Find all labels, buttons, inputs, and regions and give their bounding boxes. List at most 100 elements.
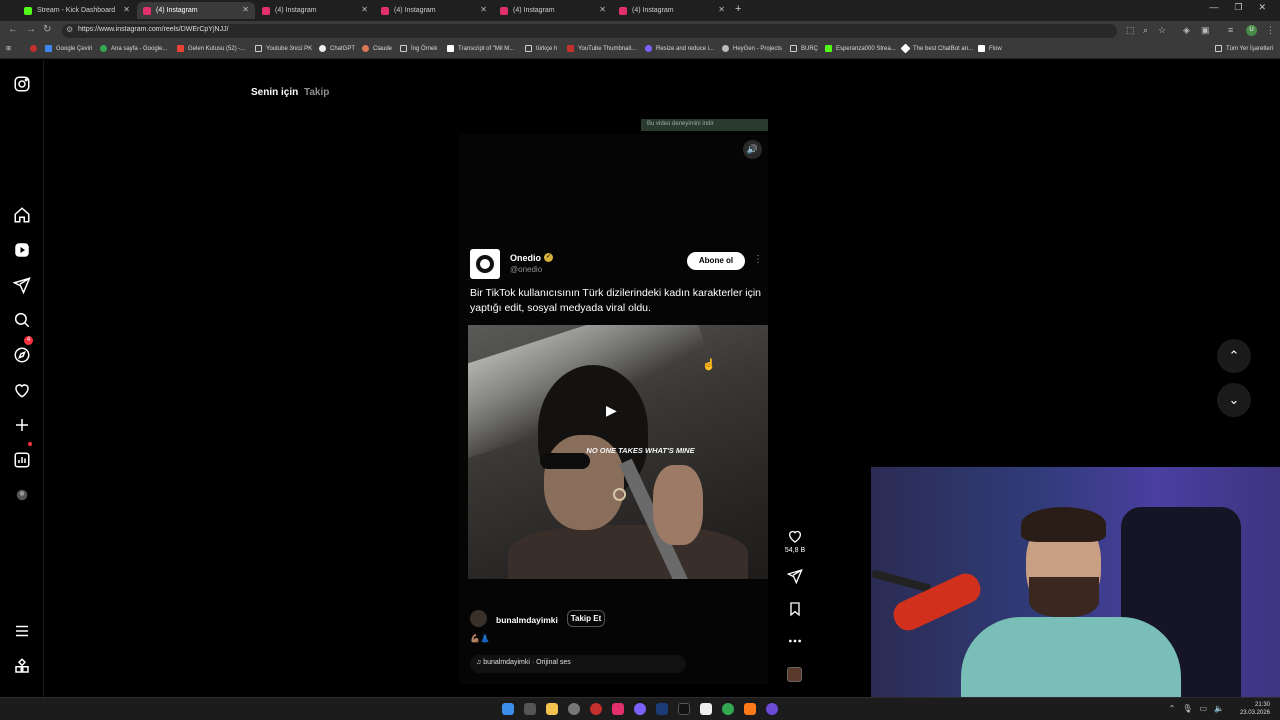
url-field[interactable]: https://www.instagram.com/reels/DWErCpYj… [62,24,1117,38]
download-video-overlay[interactable]: Bu video deneyimini indir [641,119,768,131]
save-bookmark-icon[interactable] [786,601,804,622]
speaker-icon[interactable]: 🔈 [1214,704,1224,713]
more-options-icon[interactable] [786,633,804,654]
extensions-puzzle-icon[interactable]: ▣ [1201,25,1210,36]
video-player[interactable]: ▶ NO ONE TAKES WHAT'S MINE ☝ [468,325,768,579]
close-window-icon[interactable]: ✕ [1258,2,1266,13]
bookmark-item[interactable]: Flow [978,45,1002,52]
close-tab-icon[interactable]: ✕ [123,5,130,14]
notifications-heart-icon[interactable] [13,381,31,399]
bookmark-folder[interactable]: Youtube 3ncü PK [255,45,312,52]
chrome-icon[interactable] [722,703,734,715]
home-icon[interactable] [13,206,31,224]
more-menu-icon[interactable] [13,622,31,640]
media-icon[interactable]: ≡ [1228,25,1233,35]
close-tab-icon[interactable]: ✕ [718,5,725,14]
site-info-icon[interactable]: ⚙ [66,25,73,34]
share-icon[interactable] [786,568,804,589]
previous-reel-icon[interactable]: ⌃ [1217,339,1251,373]
close-tab-icon[interactable]: ✕ [480,5,487,14]
search-icon[interactable] [13,311,31,329]
install-app-icon[interactable]: ⬚ [1126,25,1135,36]
obs-icon[interactable] [766,703,778,715]
reels-icon[interactable] [13,241,31,259]
reload-icon[interactable]: ↻ [43,24,51,35]
bookmark-item[interactable]: Ana sayfa - Google... [100,45,167,52]
tab-following[interactable]: Takip [304,87,329,98]
bookmark-folder[interactable]: BURÇ [790,45,818,52]
messages-icon[interactable] [12,276,31,295]
also-from-meta-icon[interactable] [13,657,31,675]
audio-thumbnail[interactable] [787,667,802,682]
profile-avatar-icon[interactable] [13,486,31,504]
opera-icon[interactable] [590,703,602,715]
instagram-app-icon[interactable] [612,703,624,715]
close-tab-icon[interactable]: ✕ [242,5,249,14]
close-tab-icon[interactable]: ✕ [361,5,368,14]
taskview-icon[interactable] [524,703,536,715]
volume-icon[interactable]: 🔊 [743,140,762,159]
bookmark-item[interactable]: ChatGPT [319,45,355,52]
extension-icon[interactable]: ◈ [1183,25,1190,36]
bookmark-item[interactable]: The best ChatBot an... [900,43,973,54]
next-reel-icon[interactable]: ⌄ [1217,383,1251,417]
follow-button[interactable]: Takip Et [567,610,605,627]
bookmark-item[interactable] [30,45,41,52]
bookmark-folder[interactable]: türkçe h [525,45,557,52]
post-account-avatar[interactable] [470,249,500,279]
zoom-icon[interactable]: ⌕ [1143,25,1148,36]
bookmark-item[interactable]: Gelen Kutusu (52) -... [177,45,245,52]
file-explorer-icon[interactable] [546,703,558,715]
browser-tab-instagram[interactable]: (4) Instagram ✕ [256,2,374,19]
forward-icon[interactable]: → [26,24,36,35]
bookmark-item[interactable]: Transcript of "Mil M... [447,45,514,52]
bookmark-item[interactable]: HeyGen - Projects [722,45,782,52]
tiktok-icon[interactable] [678,703,690,715]
minimize-icon[interactable]: — [1209,2,1218,13]
subscribe-button[interactable]: Abone ol [687,252,745,270]
browser-menu-icon[interactable]: ⋮ [1266,25,1275,36]
author-avatar[interactable] [470,610,487,627]
browser-tab-instagram-active[interactable]: (4) Instagram ✕ [137,2,255,19]
back-icon[interactable]: ← [8,24,18,35]
post-account-name[interactable]: Onedio [510,253,541,263]
dashboard-chart-icon[interactable] [13,451,31,469]
messenger-icon[interactable] [634,703,646,715]
tab-for-you[interactable]: Senin için [251,87,298,98]
like-heart-icon[interactable] [786,528,804,549]
post-more-options-icon[interactable]: ⋮ [753,254,763,265]
capcut-icon[interactable] [700,703,712,715]
settings-gear-icon[interactable] [568,703,580,715]
bookmark-item[interactable]: Google Çeviri [45,45,92,52]
all-bookmarks-folder[interactable]: Tüm Yer İşaretleri [1215,45,1273,52]
tray-overflow-icon[interactable]: ⌃ [1169,704,1176,713]
browser-tab-instagram[interactable]: (4) Instagram ✕ [494,2,612,19]
new-tab-icon[interactable]: + [735,3,741,15]
browser-tab-instagram[interactable]: (4) Instagram ✕ [613,2,731,19]
play-icon[interactable]: ▶ [606,402,626,422]
close-tab-icon[interactable]: ✕ [599,5,606,14]
create-plus-icon[interactable] [13,416,31,434]
bookmark-item[interactable]: Esperanza000 Strea... [825,45,896,52]
network-icon[interactable]: ▭ [1199,704,1207,713]
premiere-icon[interactable] [744,703,756,715]
explore-compass-icon[interactable] [13,346,31,364]
bookmark-item[interactable]: Resize and reduce i... [645,45,714,52]
audio-track[interactable]: ♫ bunalmdayimki · Orijinal ses [470,655,686,673]
browser-tab-instagram[interactable]: (4) Instagram ✕ [375,2,493,19]
bookmark-star-icon[interactable]: ☆ [1158,25,1166,36]
author-name[interactable]: bunalmdayimki [496,615,558,625]
profile-avatar[interactable]: U [1246,25,1257,36]
instagram-logo-icon[interactable] [13,75,31,93]
tab-title: (4) Instagram [513,7,555,14]
photoshop-icon[interactable] [656,703,668,715]
browser-tab-kick[interactable]: Stream - Kick Dashboard ✕ [18,2,136,19]
system-clock[interactable]: 21:30 23.03.2026 [1240,701,1270,717]
maximize-icon[interactable]: ❐ [1234,2,1242,13]
bookmark-item[interactable]: YouTube Thumbnail... [567,45,636,52]
start-windows-icon[interactable] [502,703,514,715]
microphone-tray-icon[interactable]: 🎙 [1182,704,1192,713]
bookmark-folder[interactable]: İng Örnek [400,45,437,52]
bookmark-item[interactable]: Claude [362,45,392,52]
apps-grid-icon[interactable]: ⊞ [6,45,11,52]
